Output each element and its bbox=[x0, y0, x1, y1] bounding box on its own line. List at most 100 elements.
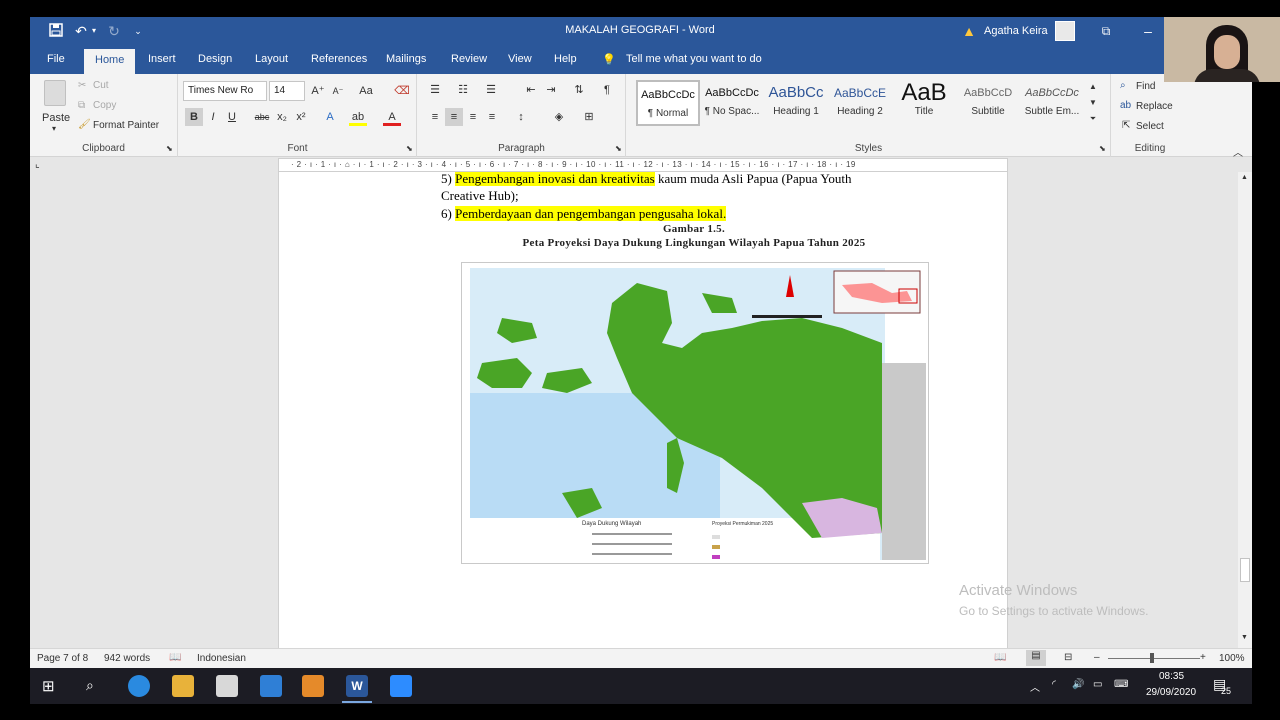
increase-indent-icon[interactable]: ⇥ bbox=[542, 81, 560, 99]
scroll-thumb[interactable] bbox=[1240, 558, 1250, 582]
vertical-scrollbar[interactable]: ▲ ▼ bbox=[1238, 172, 1252, 648]
read-mode-icon[interactable]: 📖 bbox=[994, 652, 1006, 663]
line-spacing-icon[interactable]: ↕ bbox=[512, 108, 530, 126]
paste-dropdown-icon[interactable]: ▾ bbox=[52, 124, 56, 133]
tab-references[interactable]: References bbox=[311, 53, 367, 65]
undo-icon[interactable]: ↶ bbox=[72, 23, 90, 39]
start-icon[interactable]: ⊞ bbox=[42, 677, 55, 695]
shading-icon[interactable]: ◈ bbox=[550, 108, 568, 126]
select-button[interactable]: Select bbox=[1136, 121, 1164, 132]
strikethrough-button[interactable]: abc bbox=[253, 108, 271, 126]
tab-home[interactable]: Home bbox=[84, 49, 136, 74]
underline-button[interactable]: U bbox=[223, 108, 241, 126]
tab-design[interactable]: Design bbox=[198, 53, 232, 65]
font-size-box[interactable]: 14 bbox=[269, 81, 305, 101]
document-page[interactable]: 5) Pengembangan inovasi dan kreativitas … bbox=[278, 172, 1008, 648]
bullets-icon[interactable]: ☰ bbox=[426, 81, 444, 99]
word-count[interactable]: 942 words bbox=[104, 653, 150, 664]
font-color-icon[interactable]: A bbox=[383, 108, 401, 126]
keyboard-icon[interactable]: ⌨ bbox=[1114, 679, 1128, 690]
find-button[interactable]: Find bbox=[1136, 81, 1155, 92]
tab-file[interactable]: File bbox=[47, 53, 65, 65]
word-taskbar-icon[interactable]: W bbox=[346, 675, 368, 697]
style-heading-1[interactable]: AaBbCc Heading 1 bbox=[764, 80, 828, 126]
font-launcher-icon[interactable]: ⬊ bbox=[406, 144, 413, 153]
paste-button[interactable]: Paste bbox=[42, 112, 70, 124]
style-title[interactable]: AaB Title bbox=[892, 80, 956, 126]
numbering-icon[interactable]: ☷ bbox=[454, 81, 472, 99]
grow-font-icon[interactable]: A⁺ bbox=[309, 82, 327, 100]
undo-dropdown-icon[interactable]: ▾ bbox=[90, 23, 98, 39]
store-icon[interactable] bbox=[216, 675, 238, 697]
replace-button[interactable]: Replace bbox=[1136, 101, 1173, 112]
tray-chevron-icon[interactable]: ︿ bbox=[1030, 679, 1040, 694]
clock-time[interactable]: 08:35 bbox=[1159, 671, 1184, 682]
zoom-out-icon[interactable]: – bbox=[1094, 652, 1100, 663]
italic-button[interactable]: I bbox=[204, 108, 222, 126]
tell-me-search[interactable]: Tell me what you want to do bbox=[626, 53, 762, 65]
show-marks-icon[interactable]: ¶ bbox=[598, 81, 616, 99]
style-heading-2[interactable]: AaBbCcE Heading 2 bbox=[828, 80, 892, 126]
redo-icon[interactable]: ↻ bbox=[106, 23, 122, 39]
zoom-in-icon[interactable]: + bbox=[1200, 652, 1206, 663]
decrease-indent-icon[interactable]: ⇤ bbox=[522, 81, 540, 99]
scroll-up-icon[interactable]: ▲ bbox=[1241, 174, 1248, 181]
avatar[interactable] bbox=[1055, 21, 1075, 41]
language-indicator[interactable]: Indonesian bbox=[197, 653, 246, 664]
style-subtitle[interactable]: AaBbCcD Subtitle bbox=[956, 80, 1020, 126]
horizontal-ruler[interactable]: · 2 · ı · 1 · ı · ⌂ · ı · 1 · ı · 2 · ı … bbox=[278, 158, 1008, 172]
cut-button[interactable]: Cut bbox=[93, 80, 109, 91]
tab-mailings[interactable]: Mailings bbox=[386, 53, 426, 65]
user-name[interactable]: Agatha Keira bbox=[984, 25, 1048, 37]
collapse-ribbon-icon[interactable]: ︿ bbox=[1233, 144, 1243, 159]
shrink-font-icon[interactable]: A⁻ bbox=[329, 82, 347, 100]
web-layout-icon[interactable]: ⊟ bbox=[1064, 652, 1072, 663]
align-right-icon[interactable]: ≡ bbox=[464, 108, 482, 126]
mail-icon[interactable] bbox=[260, 675, 282, 697]
align-left-icon[interactable]: ≡ bbox=[426, 108, 444, 126]
bold-button[interactable]: B bbox=[185, 108, 203, 126]
papua-map-image[interactable]: Daya Dukung Wilayah Proyeksi Permukiman … bbox=[461, 262, 929, 564]
clipboard-launcher-icon[interactable]: ⬊ bbox=[166, 144, 173, 153]
tab-help[interactable]: Help bbox=[554, 53, 577, 65]
zoom-slider[interactable] bbox=[1108, 658, 1200, 659]
scroll-down-icon[interactable]: ▼ bbox=[1241, 634, 1248, 641]
highlight-color-icon[interactable]: ab bbox=[349, 108, 367, 126]
change-case-button[interactable]: Aa bbox=[353, 82, 379, 100]
save-icon[interactable] bbox=[48, 23, 64, 39]
copy-button[interactable]: Copy bbox=[93, 100, 116, 111]
tab-review[interactable]: Review bbox=[451, 53, 487, 65]
tab-selector-icon[interactable]: ⌞ bbox=[35, 159, 40, 170]
print-layout-icon[interactable]: ▤ bbox=[1026, 650, 1046, 666]
network-icon[interactable]: ◜ bbox=[1052, 679, 1056, 690]
borders-icon[interactable]: ⊞ bbox=[580, 108, 598, 126]
ribbon-display-options-icon[interactable]: ⧉ bbox=[1098, 23, 1114, 39]
style-subtle-emphasis[interactable]: AaBbCcDc Subtle Em... bbox=[1020, 80, 1084, 126]
zoom-app-icon[interactable] bbox=[390, 675, 412, 697]
paste-icon[interactable] bbox=[44, 80, 66, 106]
text-effects-icon[interactable]: A bbox=[321, 108, 339, 126]
style-no-spacing[interactable]: AaBbCcDc ¶ No Spac... bbox=[700, 80, 764, 126]
styles-more-icon[interactable]: ⏷ bbox=[1087, 110, 1099, 128]
superscript-button[interactable]: x² bbox=[292, 108, 310, 126]
format-painter-button[interactable]: Format Painter bbox=[93, 120, 159, 131]
proofing-icon[interactable]: 📖 bbox=[169, 652, 181, 663]
sort-icon[interactable]: ⇅ bbox=[570, 81, 588, 99]
page-count[interactable]: Page 7 of 8 bbox=[37, 653, 88, 664]
file-explorer-icon[interactable] bbox=[172, 675, 194, 697]
font-name-box[interactable]: Times New Ro bbox=[183, 81, 267, 101]
minimize-icon[interactable]: – bbox=[1140, 23, 1156, 39]
clock-date[interactable]: 29/09/2020 bbox=[1146, 687, 1196, 698]
search-icon[interactable]: ⌕ bbox=[86, 677, 94, 694]
media-player-icon[interactable] bbox=[302, 675, 324, 697]
style-normal[interactable]: AaBbCcDc ¶ Normal bbox=[636, 80, 700, 126]
justify-icon[interactable]: ≡ bbox=[483, 108, 501, 126]
tab-view[interactable]: View bbox=[508, 53, 532, 65]
battery-icon[interactable]: ▭ bbox=[1093, 679, 1102, 690]
tab-layout[interactable]: Layout bbox=[255, 53, 288, 65]
zoom-slider-thumb[interactable] bbox=[1150, 653, 1154, 663]
multilevel-list-icon[interactable]: ☰ bbox=[482, 81, 500, 99]
zoom-level[interactable]: 100% bbox=[1219, 653, 1245, 664]
styles-launcher-icon[interactable]: ⬊ bbox=[1099, 144, 1106, 153]
clear-formatting-icon[interactable]: ⌫ bbox=[393, 82, 411, 100]
